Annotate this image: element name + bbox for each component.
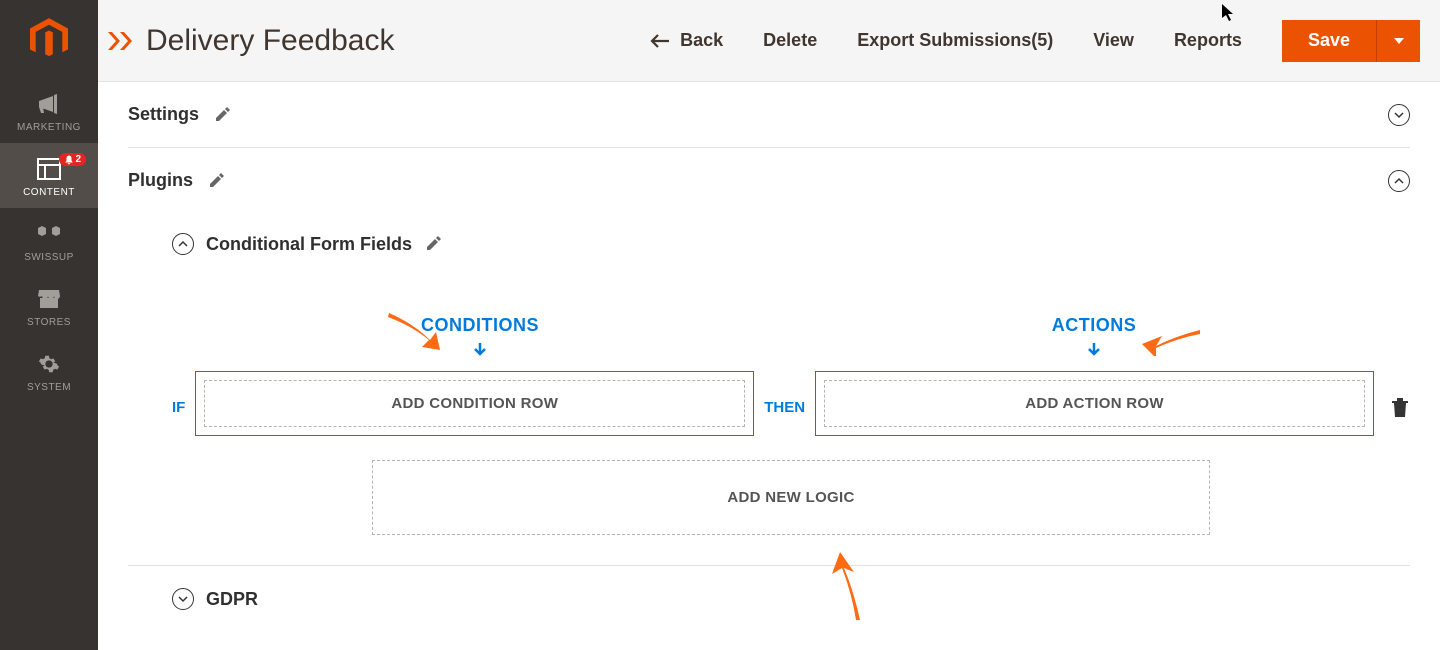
arrow-down-icon — [1087, 342, 1101, 361]
magento-logo[interactable] — [0, 0, 98, 78]
reports-button[interactable]: Reports — [1174, 30, 1242, 51]
plugins-body: Conditional Form Fields CONDITIONS ACTIO… — [128, 213, 1410, 566]
trash-icon — [1392, 398, 1408, 418]
notification-badge[interactable]: 2 — [59, 153, 86, 166]
edit-plugins-button[interactable] — [207, 172, 225, 190]
bell-icon — [64, 155, 74, 165]
delete-logic-button[interactable] — [1390, 396, 1410, 420]
magento-logo-icon — [30, 18, 68, 60]
collapse-toggle[interactable] — [172, 588, 194, 610]
section-title: Plugins — [128, 170, 193, 191]
sidebar-item-label: SWISSUP — [24, 252, 74, 263]
page-header: Delivery Feedback Back Delete Export Sub… — [98, 0, 1440, 82]
chevron-down-icon — [178, 594, 188, 604]
edit-conditional-button[interactable] — [424, 235, 442, 253]
collapse-toggle[interactable] — [172, 233, 194, 255]
conditions-column-title: CONDITIONS — [421, 315, 539, 336]
store-icon — [37, 287, 61, 311]
sidebar-item-system[interactable]: SYSTEM — [0, 338, 98, 403]
section-settings[interactable]: Settings — [128, 82, 1410, 148]
pencil-icon — [425, 236, 441, 252]
collapse-toggle[interactable] — [1388, 170, 1410, 192]
chevron-up-icon — [178, 239, 188, 249]
subsection-conditional[interactable]: Conditional Form Fields — [172, 233, 1410, 255]
sidebar-item-label: STORES — [27, 317, 71, 328]
actions-column-title: ACTIONS — [1052, 315, 1137, 336]
megaphone-icon — [37, 92, 61, 116]
main-content: Delivery Feedback Back Delete Export Sub… — [98, 0, 1440, 610]
chevron-down-icon — [1394, 110, 1404, 120]
sidebar-item-content[interactable]: CONTENT 2 — [0, 143, 98, 208]
export-submissions-button[interactable]: Export Submissions(5) — [857, 30, 1053, 51]
subsection-title: Conditional Form Fields — [206, 234, 412, 255]
add-new-logic-button[interactable]: ADD NEW LOGIC — [372, 460, 1210, 535]
sidebar-item-label: MARKETING — [17, 122, 81, 133]
sidebar-item-label: SYSTEM — [27, 382, 71, 393]
arrow-left-icon — [650, 33, 670, 49]
collapse-toggle[interactable] — [1388, 104, 1410, 126]
page-title: Delivery Feedback — [146, 24, 394, 58]
back-button[interactable]: Back — [650, 30, 723, 51]
chevron-up-icon — [1394, 176, 1404, 186]
title-icon — [108, 27, 136, 55]
caret-down-icon — [1392, 34, 1406, 48]
save-dropdown-toggle[interactable] — [1376, 20, 1420, 62]
pencil-icon — [214, 107, 230, 123]
hexagons-icon — [35, 222, 63, 246]
add-action-row-button[interactable]: ADD ACTION ROW — [824, 380, 1365, 427]
sidebar-item-marketing[interactable]: MARKETING — [0, 78, 98, 143]
layout-icon — [37, 157, 61, 181]
pencil-icon — [208, 173, 224, 189]
save-button-group: Save — [1282, 20, 1420, 62]
view-button[interactable]: View — [1093, 30, 1134, 51]
sidebar-item-label: CONTENT — [23, 187, 75, 198]
arrow-down-icon — [473, 342, 487, 361]
notification-count: 2 — [75, 154, 81, 165]
conditions-box: ADD CONDITION ROW — [195, 371, 754, 436]
subsection-gdpr[interactable]: GDPR — [128, 566, 1410, 610]
add-condition-row-button[interactable]: ADD CONDITION ROW — [204, 380, 745, 427]
logic-row: IF ADD CONDITION ROW THEN ADD ACTION ROW — [172, 371, 1410, 436]
gear-icon — [38, 352, 60, 376]
save-button[interactable]: Save — [1282, 20, 1376, 62]
delete-button[interactable]: Delete — [763, 30, 817, 51]
if-label: IF — [172, 399, 185, 416]
actions-box: ADD ACTION ROW — [815, 371, 1374, 436]
section-plugins[interactable]: Plugins — [128, 148, 1410, 213]
back-label: Back — [680, 30, 723, 51]
then-label: THEN — [764, 399, 805, 416]
sidebar-item-swissup[interactable]: SWISSUP — [0, 208, 98, 273]
subsection-title: GDPR — [206, 589, 258, 610]
admin-sidebar: MARKETING CONTENT 2 SWISSUP STORES SYSTE… — [0, 0, 98, 650]
section-title: Settings — [128, 104, 199, 125]
sidebar-item-stores[interactable]: STORES — [0, 273, 98, 338]
edit-settings-button[interactable] — [213, 106, 231, 124]
conditional-columns-header: CONDITIONS ACTIONS — [172, 315, 1410, 361]
